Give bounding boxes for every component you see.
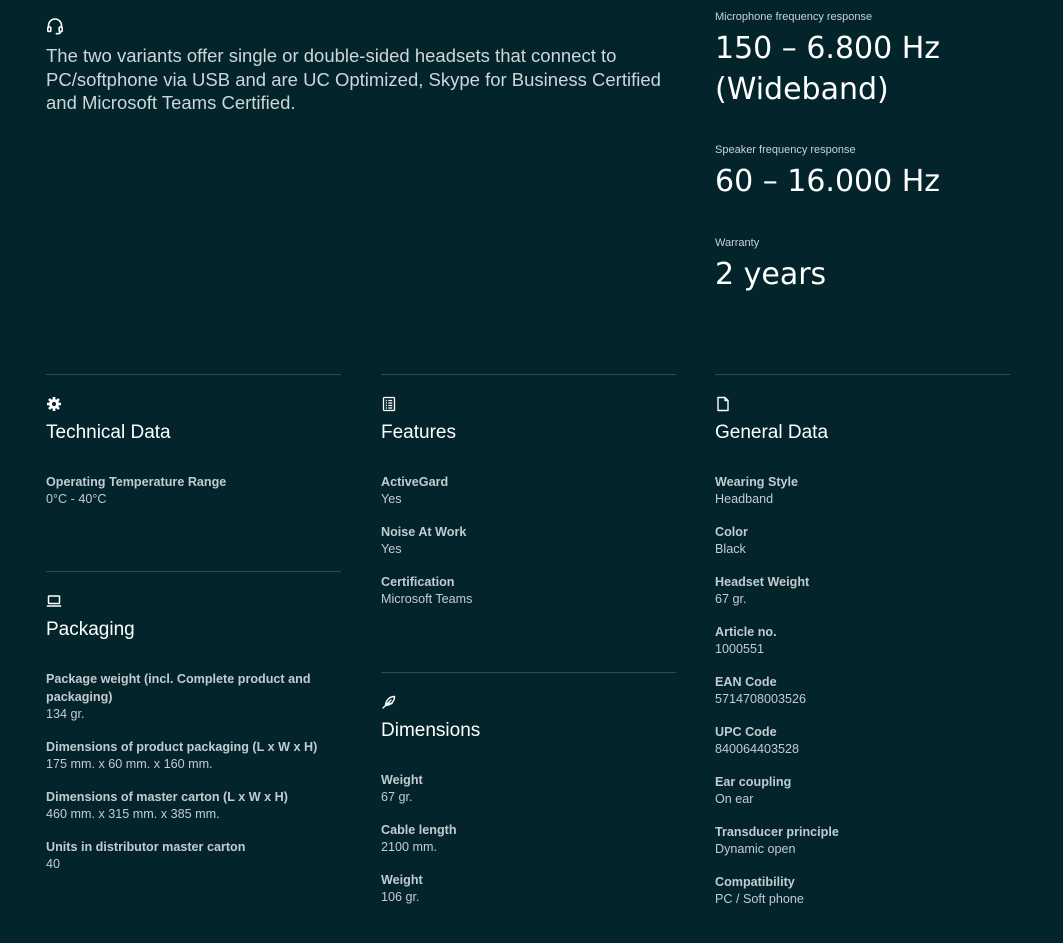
spec-label: Headset Weight bbox=[715, 575, 810, 589]
spec-item: Dimensions of product packaging (L x W x… bbox=[46, 738, 341, 773]
spec-label: Operating Temperature Range bbox=[46, 475, 227, 489]
spec-label: EAN Code bbox=[715, 675, 777, 689]
stat-label: Microphone frequency response bbox=[715, 11, 873, 23]
section-title: Dimensions bbox=[381, 720, 481, 741]
stat-value: 60 – 16.000 Hz bbox=[715, 164, 941, 199]
spec-value: Headband bbox=[715, 492, 774, 506]
spec-value: 67 gr. bbox=[715, 592, 747, 606]
spec-value: On ear bbox=[715, 792, 754, 806]
spec-value: Yes bbox=[381, 542, 402, 556]
spec-label: Certification bbox=[381, 575, 455, 589]
feather-icon bbox=[381, 694, 397, 710]
column-middle: Features ActiveGard Yes Noise At Work Ye… bbox=[381, 374, 676, 904]
spec-item: Certification Microsoft Teams bbox=[381, 573, 676, 608]
spec-value: 0°C - 40°C bbox=[46, 492, 107, 506]
spec-value: Microsoft Teams bbox=[381, 592, 473, 606]
spec-label: Weight bbox=[381, 873, 423, 887]
spec-label: Weight bbox=[381, 773, 423, 787]
section-title: Features bbox=[381, 422, 456, 443]
spec-label: Cable length bbox=[381, 823, 457, 837]
stat-label: Warranty bbox=[715, 237, 760, 249]
spec-item: Package weight (incl. Complete product a… bbox=[46, 670, 341, 723]
section-title: Technical Data bbox=[46, 422, 171, 443]
spec-label: Noise At Work bbox=[381, 525, 467, 539]
spec-label: Dimensions of master carton (L x W x H) bbox=[46, 790, 288, 804]
section-dimensions: Dimensions Weight 67 gr. Cable length 21… bbox=[381, 672, 676, 921]
spec-label: UPC Code bbox=[715, 725, 777, 739]
spec-item: Compatibility PC / Soft phone bbox=[715, 873, 1010, 908]
spec-list: Weight 67 gr. Cable length 2100 mm. Weig… bbox=[381, 771, 676, 906]
spec-value: PC / Soft phone bbox=[715, 892, 804, 906]
spec-item: UPC Code 840064403528 bbox=[715, 723, 1010, 758]
spec-label: Wearing Style bbox=[715, 475, 799, 489]
spec-label: Article no. bbox=[715, 625, 777, 639]
spec-list: ActiveGard Yes Noise At Work Yes Certifi… bbox=[381, 473, 676, 608]
spec-list: Package weight (incl. Complete product a… bbox=[46, 670, 341, 873]
laptop-icon bbox=[46, 593, 62, 609]
spec-value: 1000551 bbox=[715, 642, 765, 656]
spec-item: Dimensions of master carton (L x W x H) … bbox=[46, 788, 341, 823]
spec-label: Ear coupling bbox=[715, 775, 792, 789]
spec-item: Color Black bbox=[715, 523, 1010, 558]
spec-value: 840064403528 bbox=[715, 742, 800, 756]
spec-value: Yes bbox=[381, 492, 402, 506]
stat-value: 2 years bbox=[715, 257, 827, 292]
spec-value: 134 gr. bbox=[46, 707, 85, 721]
stat-value: 150 – 6.800 Hz (Wideband) bbox=[715, 31, 941, 107]
intro-description: The two variants offer single or double-… bbox=[46, 45, 661, 113]
spec-label: Transducer principle bbox=[715, 825, 839, 839]
spec-value: 40 bbox=[46, 857, 61, 871]
spec-item: Cable length 2100 mm. bbox=[381, 821, 676, 856]
spec-value: 175 mm. x 60 mm. x 160 mm. bbox=[46, 757, 213, 771]
spec-item: Weight 67 gr. bbox=[381, 771, 676, 806]
spec-item: Operating Temperature Range 0°C - 40°C bbox=[46, 473, 341, 508]
spec-item: Headset Weight 67 gr. bbox=[715, 573, 1010, 608]
spec-item: Transducer principle Dynamic open bbox=[715, 823, 1010, 858]
column-right: General Data Wearing Style Headband Colo… bbox=[715, 374, 1010, 923]
section-features: Features ActiveGard Yes Noise At Work Ye… bbox=[381, 374, 676, 608]
gear-icon bbox=[46, 396, 62, 412]
section-title: Packaging bbox=[46, 619, 135, 640]
spec-label: Package weight (incl. Complete product a… bbox=[46, 672, 311, 704]
stat-label: Speaker frequency response bbox=[715, 144, 856, 156]
spec-item: Units in distributor master carton 40 bbox=[46, 838, 341, 873]
stat-speaker-frequency: Speaker frequency response 60 – 16.000 H… bbox=[715, 143, 1015, 202]
column-left: Technical Data Operating Temperature Ran… bbox=[46, 374, 341, 871]
spec-value: 2100 mm. bbox=[381, 840, 437, 854]
spec-item: EAN Code 5714708003526 bbox=[715, 673, 1010, 708]
stat-warranty: Warranty 2 years bbox=[715, 236, 1015, 295]
spec-label: Units in distributor master carton bbox=[46, 840, 246, 854]
section-general-data: General Data Wearing Style Headband Colo… bbox=[715, 374, 1010, 908]
spec-list: Operating Temperature Range 0°C - 40°C bbox=[46, 473, 341, 508]
checklist-icon bbox=[381, 396, 397, 412]
spec-item: Noise At Work Yes bbox=[381, 523, 676, 558]
document-icon bbox=[715, 396, 731, 412]
stat-microphone-frequency: Microphone frequency response 150 – 6.80… bbox=[715, 10, 1015, 110]
section-technical-data: Technical Data Operating Temperature Ran… bbox=[46, 374, 341, 508]
spec-item: Wearing Style Headband bbox=[715, 473, 1010, 508]
spec-item: Article no. 1000551 bbox=[715, 623, 1010, 658]
spec-label: Compatibility bbox=[715, 875, 795, 889]
spec-value: 460 mm. x 315 mm. x 385 mm. bbox=[46, 807, 220, 821]
section-packaging: Packaging Package weight (incl. Complete… bbox=[46, 571, 341, 888]
spec-value: Black bbox=[715, 542, 746, 556]
spec-label: ActiveGard bbox=[381, 475, 449, 489]
spec-value: 106 gr. bbox=[381, 890, 420, 904]
spec-item: Ear coupling On ear bbox=[715, 773, 1010, 808]
spec-label: Dimensions of product packaging (L x W x… bbox=[46, 740, 318, 754]
spec-label: Color bbox=[715, 525, 748, 539]
spec-list: Wearing Style Headband Color Black Heads… bbox=[715, 473, 1010, 908]
headset-icon bbox=[46, 17, 64, 35]
spec-value: Dynamic open bbox=[715, 842, 796, 856]
spec-value: 67 gr. bbox=[381, 790, 413, 804]
spec-item: ActiveGard Yes bbox=[381, 473, 676, 508]
section-title: General Data bbox=[715, 422, 829, 443]
spec-item: Weight 106 gr. bbox=[381, 871, 676, 906]
spec-value: 5714708003526 bbox=[715, 692, 807, 706]
